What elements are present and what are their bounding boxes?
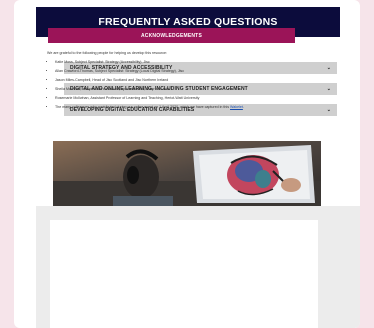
person-drawing-illustration [53, 141, 321, 206]
list-item: Allan Crawford-Thomas, Subject Specialis… [55, 69, 297, 74]
list-item: The many colleagues who contributed duri… [55, 105, 297, 110]
acknowledgements-panel [36, 206, 360, 328]
list-item: Katie Moss, Subject Specialist: Strategy… [55, 60, 297, 65]
hero-image [53, 141, 321, 206]
list-item-suffix: . [242, 104, 244, 109]
acknowledgements-intro: We are grateful to the following people … [47, 51, 167, 55]
list-item: Jason Miles-Campbell, Head of Jisc Scotl… [55, 78, 297, 83]
list-item: Sheila MacNeill, Independent consultant,… [55, 87, 297, 92]
acknowledgements-inner [50, 220, 318, 328]
list-item: Rosemarie McIlwhan, Assistant Professor … [55, 96, 297, 101]
faq-card: FREQUENTLY ASKED QUESTIONS DIGITAL STRAT… [14, 0, 360, 328]
chevron-down-icon: ⌄ [326, 65, 331, 71]
chevron-down-icon: ⌄ [326, 107, 331, 113]
chevron-down-icon: ⌄ [326, 86, 331, 92]
wakelet-link[interactable]: Wakelet [230, 105, 243, 109]
list-item-text: The many colleagues who contributed duri… [55, 104, 230, 109]
acknowledgements-text: We are grateful to the following people … [47, 51, 297, 114]
acknowledgements-list: Katie Moss, Subject Specialist: Strategy… [47, 60, 297, 110]
acknowledgements-title: ACKNOWLEDGEMENTS [48, 28, 295, 43]
